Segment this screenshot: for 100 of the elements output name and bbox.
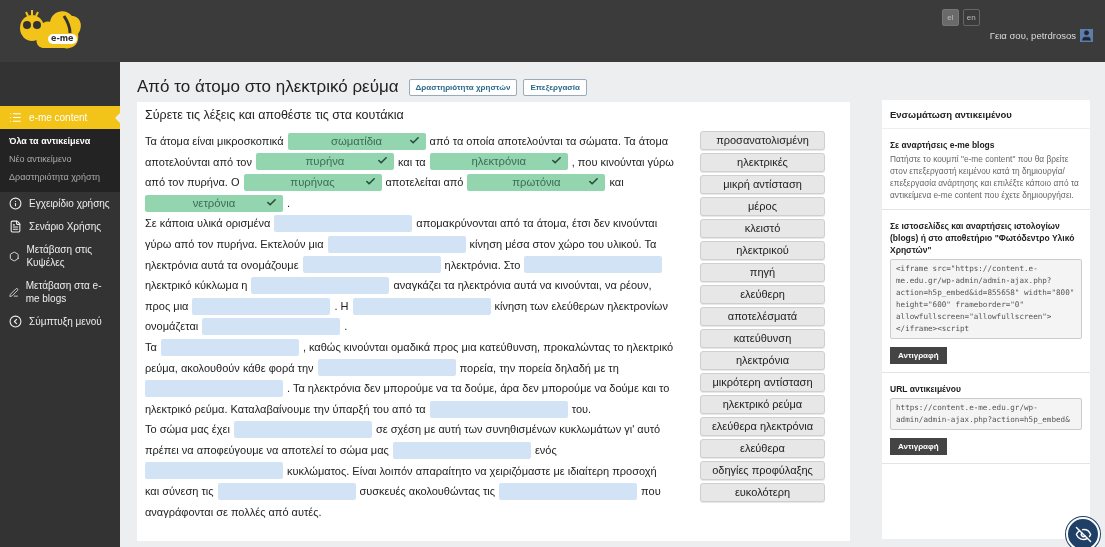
header-button[interactable]: Επεξεργασία [523, 78, 587, 96]
submenu-item[interactable]: Νέο αντικείμενο [0, 150, 120, 168]
panel-title: Ενσωμάτωση αντικειμένου [882, 100, 1090, 129]
check-icon [408, 134, 420, 146]
drop-zone[interactable] [145, 379, 283, 397]
document-icon [9, 220, 22, 233]
eye-off-icon [1074, 525, 1092, 543]
greeting: Γεια σου, petrdrosos [989, 30, 1076, 41]
passage-text: ενός [534, 442, 557, 458]
drop-zone[interactable] [524, 256, 663, 274]
word-chip[interactable]: μικρότερη αντίσταση [700, 373, 825, 392]
page-title: Από το άτομο στο ηλεκτρικό ρεύμα [137, 77, 399, 97]
passage-text: . [287, 195, 291, 211]
passage-text: από τον πυρήνα. Ο [145, 175, 240, 191]
passage-text: προς μια [145, 298, 189, 314]
passage-text: πρέπει να αποφεύγουμε να αποτελεί το σώμα μας [145, 442, 389, 458]
passage-text: αναγράφονται σε πολλές από αυτές. [145, 504, 322, 520]
drop-zone[interactable] [302, 256, 441, 274]
passage-text: ηλεκτρόνια. Στο [444, 257, 521, 273]
sidebar-item[interactable]: Σύμπτυξη μενού [0, 310, 120, 333]
passage-text: και σύνεση τις [145, 484, 214, 500]
placed-answer[interactable]: πυρήνας [243, 174, 382, 191]
hexagon-icon [9, 249, 20, 263]
section-heading: Σε αναρτήσεις e-me blogs [890, 139, 996, 151]
word-chip[interactable]: κλειστό [700, 219, 825, 238]
passage-text: πορεία, την πορεία δηλαδή με τη [459, 360, 619, 376]
placed-answer[interactable]: σωματίδια [287, 132, 426, 150]
pen-icon [9, 285, 19, 299]
drop-zone[interactable] [160, 338, 299, 356]
info-icon [9, 197, 22, 210]
passage-text: απομακρύνονται από τα άτομα, έτσι δεν κινούνται [416, 216, 658, 232]
sidebar-item[interactable]: Μετάβαση στις Κυψέλες [0, 238, 120, 274]
drop-zone[interactable] [392, 441, 531, 459]
word-chip[interactable]: ηλεκτρικές [700, 153, 825, 172]
drop-zone[interactable] [429, 400, 568, 418]
submenu-item[interactable]: Δραστηριότητα χρήστη [0, 168, 120, 186]
drop-zone[interactable] [327, 235, 466, 253]
check-icon [364, 176, 376, 187]
copy-button[interactable]: Αντιγραφή [890, 347, 947, 364]
drop-zone[interactable] [251, 276, 390, 294]
drop-zone[interactable] [233, 421, 372, 439]
header-button[interactable]: Δραστηριότητα χρηστών [408, 78, 518, 96]
word-chip[interactable]: κατεύθυνση [700, 329, 825, 348]
passage-text: γύρω από τον πυρήνα. Εκτελούν μια [145, 236, 324, 252]
passage-text: . [344, 319, 348, 335]
logo[interactable]: e-me [14, 4, 84, 54]
drop-zone[interactable] [145, 462, 283, 480]
word-chip[interactable]: ευκολότερη [700, 483, 825, 502]
drop-zone[interactable] [217, 482, 356, 500]
word-chip[interactable]: ηλεκτρόνια [700, 351, 825, 370]
word-chip[interactable]: ελεύθερα ηλεκτρόνια [700, 417, 825, 436]
passage-text: , που κινούνται γύρω [571, 154, 674, 170]
section-heading: Σε ιστοσελίδες και αναρτήσεις ιστολογίων (blogs) ή στο αποθετήριο "Φωτόδεντρο Υλικό Χρηστών" [890, 220, 1076, 256]
word-chip[interactable]: ελεύθερη [700, 285, 825, 304]
placed-answer[interactable]: νετρόνια [145, 194, 283, 212]
drop-zone[interactable] [192, 297, 331, 315]
placed-answer[interactable]: πυρήνα [255, 153, 394, 171]
section-heading: URL αντικειμένου [890, 383, 962, 395]
sidebar-item[interactable]: Μετάβαση στα e-me blogs [0, 274, 120, 310]
passage-text: Σε κάποια υλικά ορισμένα [145, 216, 271, 232]
word-chip[interactable]: αποτελέσματά [700, 307, 825, 326]
drop-zone[interactable] [202, 318, 341, 336]
passage-text: . Τα ηλεκτρόνια δεν μπορούμε να τα δούμε, άρα δεν μπορούμε να δούμε και το [287, 381, 670, 397]
check-icon [588, 176, 600, 187]
passage-text: κυκλώματος. Είναι λοιπόν απαραίτητο να χειριζόμαστε με ιδιαίτερη προσοχή [287, 463, 657, 479]
passage-text: , καθώς κινούνται ομαδικά προς μια κατεύθυνση, προκαλώντας το ηλεκτρικό [302, 339, 674, 355]
passage-text: που [641, 484, 661, 500]
passage-text: αποτελείται από [385, 175, 464, 191]
passage-text: από τα οποία αποτελούνται τα σώματα. Τα άτομα [429, 134, 669, 149]
language-button[interactable]: en [962, 9, 980, 26]
passage-text: . Η [334, 298, 349, 314]
avatar-icon[interactable] [1080, 29, 1093, 42]
sidebar-item[interactable]: Σενάριο Χρήσης [0, 215, 120, 238]
collapse-icon [9, 315, 22, 328]
sidebar-item[interactable]: Εγχειρίδιο χρήσης [0, 192, 120, 215]
drop-zone[interactable] [317, 359, 456, 377]
instruction-text: Σύρετε τις λέξεις και αποθέστε τις στα κουτάκια [145, 108, 405, 122]
passage-text: ηλεκτρικό ρεύμα. Καταλαβαίνουμε την ύπαρξή του από τα [145, 401, 426, 417]
drop-zone[interactable] [274, 215, 413, 233]
passage-text: Το σώμα μας έχει [145, 422, 230, 438]
passage-text: αναγκάζει τα ηλεκτρόνια αυτά να κινούνται, να ρέουν, [393, 278, 652, 294]
check-icon [266, 196, 277, 208]
placed-answer[interactable]: ηλεκτρόνια [429, 153, 568, 171]
word-chip[interactable]: οδηγίες προφύλαξης [700, 461, 825, 480]
drop-zone[interactable] [352, 297, 491, 315]
word-chip[interactable]: ηλεκτρικό ρεύμα [700, 395, 825, 414]
word-chip[interactable]: προσανατολισμένη [700, 131, 825, 150]
word-chip[interactable]: μικρή αντίσταση [700, 175, 825, 194]
placed-answer[interactable]: πρωτόνια [467, 174, 606, 191]
word-chip[interactable]: μέρος [700, 197, 825, 216]
copy-button[interactable]: Αντιγραφή [890, 438, 947, 455]
word-chip[interactable]: πηγή [700, 263, 825, 282]
drop-zone[interactable] [499, 482, 638, 500]
word-chip[interactable]: ελεύθερα [700, 439, 825, 458]
accessibility-button[interactable] [1066, 517, 1100, 547]
word-chip[interactable]: ηλεκτρικού [700, 241, 825, 260]
submenu-item[interactable]: Όλα τα αντικείμενα [0, 132, 120, 150]
passage-text: σε σχέση με αυτή των συνηθισμένων κυκλωμάτων γι' αυτό [375, 422, 661, 438]
passage-text: Τα [145, 339, 157, 355]
passage-text: αποτελούνται από τον [145, 154, 252, 170]
